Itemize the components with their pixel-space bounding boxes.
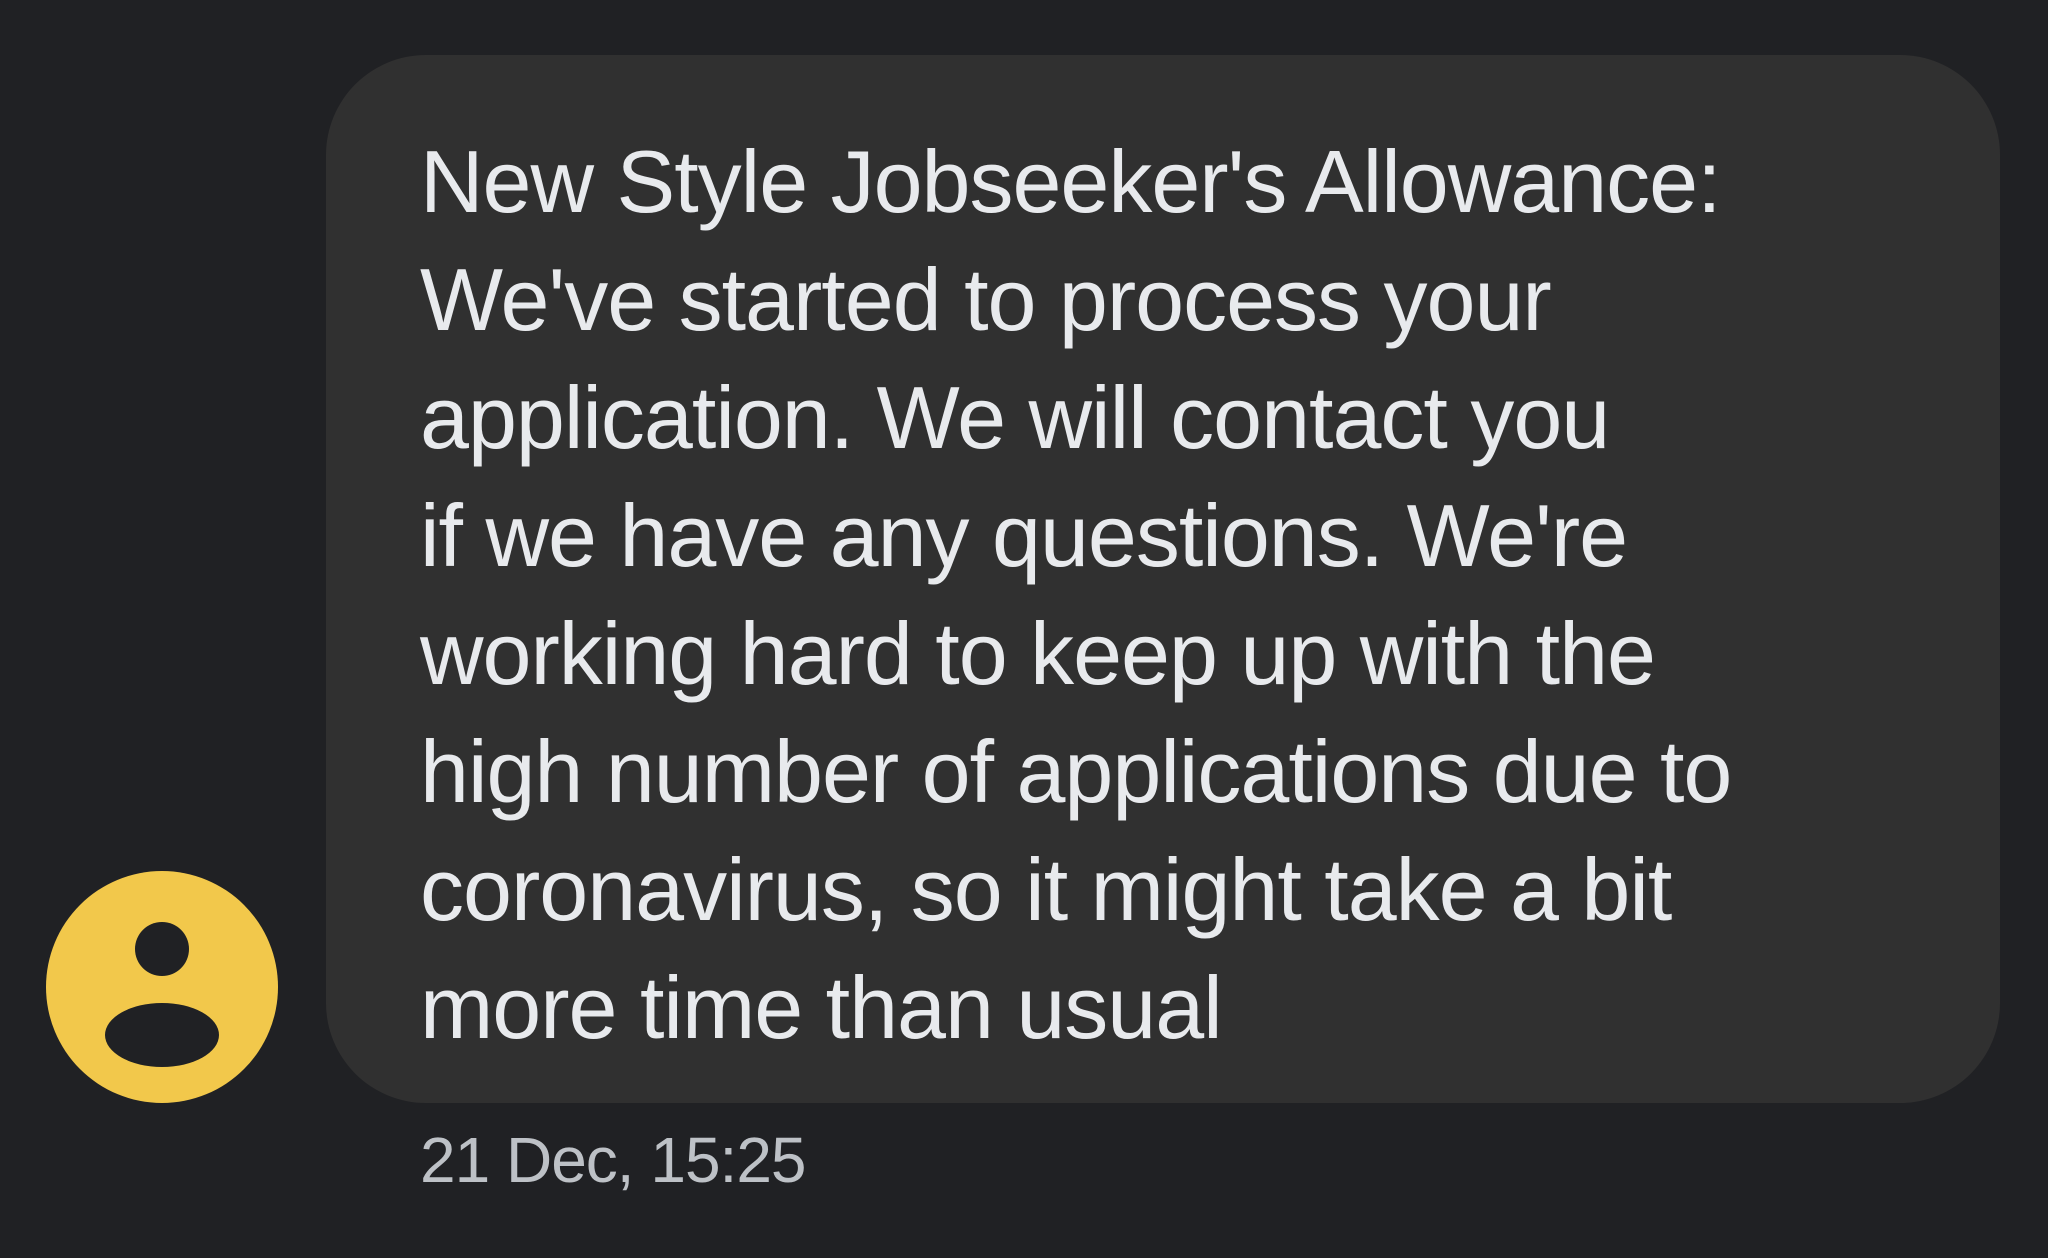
message-line: New Style Jobseeker's Allowance: — [420, 132, 1722, 231]
message-line: We've started to process your — [420, 250, 1552, 349]
message-line: more time than usual — [420, 958, 1223, 1057]
message-line: working hard to keep up with the — [420, 604, 1656, 703]
message-line: coronavirus, so it might take a bit — [420, 840, 1672, 939]
message-text: New Style Jobseeker's Allowance: We've s… — [420, 132, 1960, 1067]
person-icon — [105, 922, 219, 1067]
message-line: high number of applications due to — [420, 722, 1732, 821]
message-timestamp: 21 Dec, 15:25 — [420, 1124, 806, 1196]
message-bubble[interactable]: New Style Jobseeker's Allowance: We've s… — [326, 55, 2000, 1103]
sender-avatar[interactable] — [46, 871, 278, 1103]
message-line: if we have any questions. We're — [420, 486, 1628, 585]
message-line: application. We will contact you — [420, 368, 1610, 467]
